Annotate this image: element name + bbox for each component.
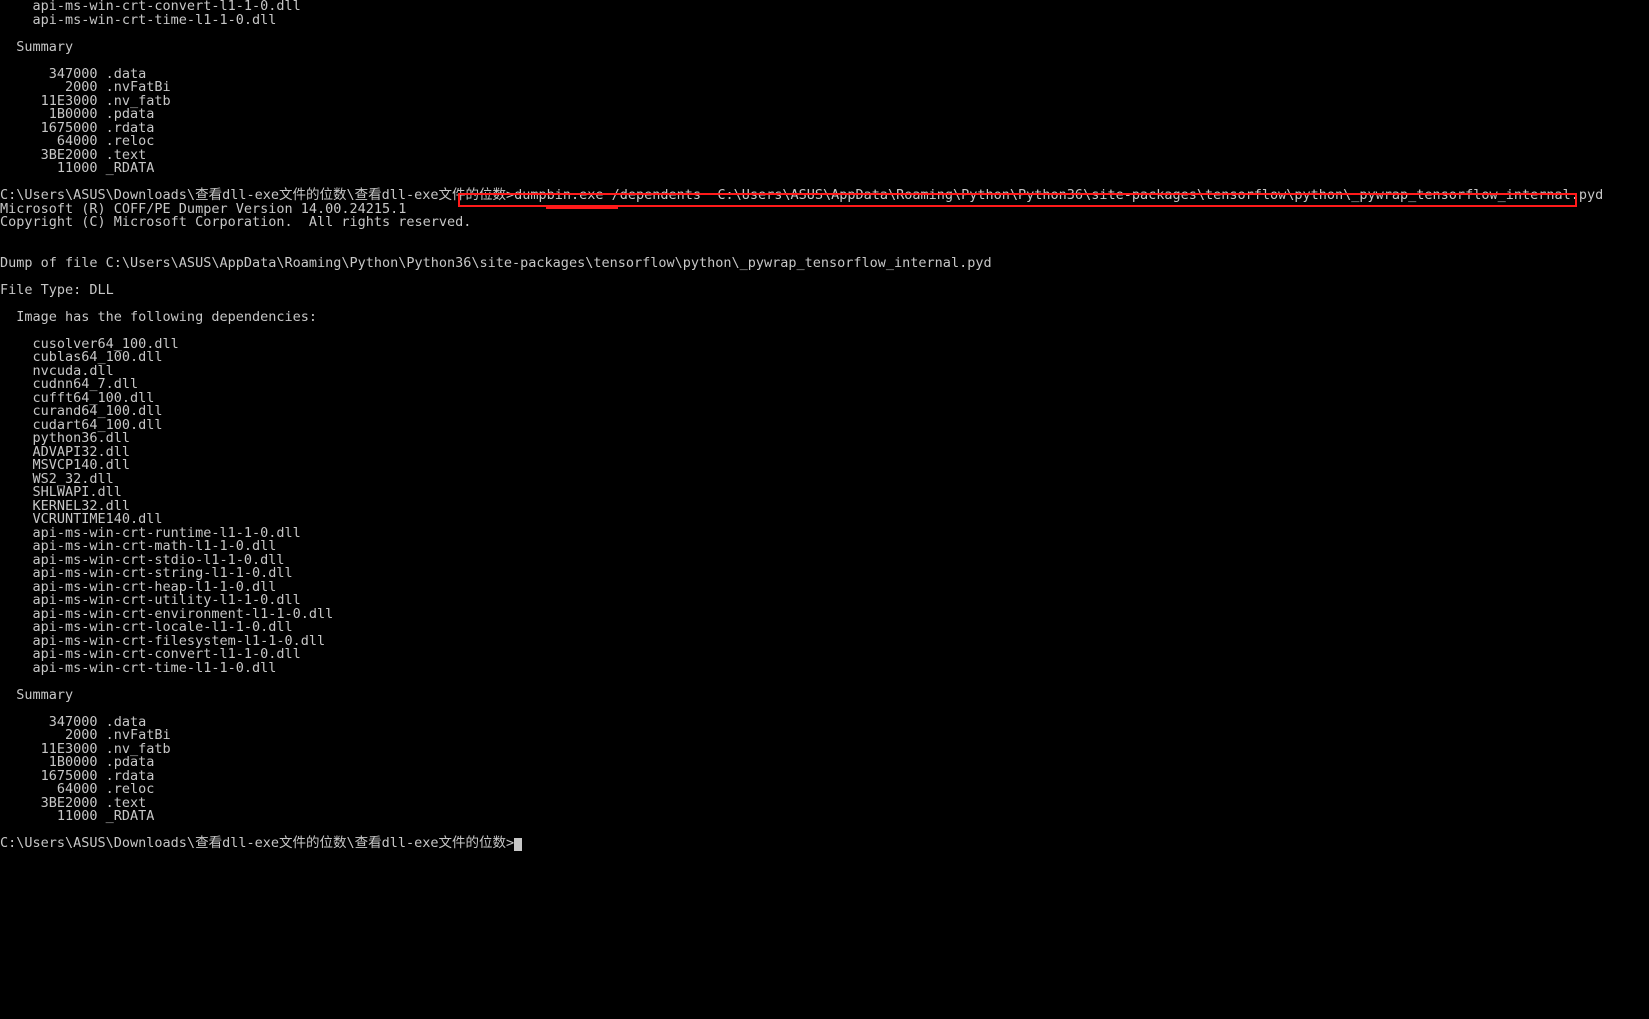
- summary-header: Summary: [0, 689, 1649, 703]
- dll-entry: WS2_32.dll: [0, 473, 1649, 487]
- summary-row: 11E3000 .nv_fatb: [0, 743, 1649, 757]
- dll-entry: cudart64_100.dll: [0, 419, 1649, 433]
- blank: [0, 270, 1649, 284]
- blank: [0, 675, 1649, 689]
- dll-entry: nvcuda.dll: [0, 365, 1649, 379]
- summary-header: Summary: [0, 41, 1649, 55]
- dll-entry: ADVAPI32.dll: [0, 446, 1649, 460]
- cmd-arg: C:\Users\ASUS\AppData\Roaming\Python\Pyt…: [701, 187, 1603, 203]
- summary-row: 2000 .nvFatBi: [0, 81, 1649, 95]
- summary-row: 64000 .reloc: [0, 135, 1649, 149]
- dll-entry: api-ms-win-crt-time-l1-1-0.dll: [0, 14, 1649, 28]
- deps-header: Image has the following dependencies:: [0, 311, 1649, 325]
- terminal-output[interactable]: api-ms-win-crt-convert-l1-1-0.dll api-ms…: [0, 0, 1649, 851]
- summary-row: 64000 .reloc: [0, 783, 1649, 797]
- summary-row: 11000 _RDATA: [0, 162, 1649, 176]
- summary-row: 347000 .data: [0, 716, 1649, 730]
- blank: [0, 324, 1649, 338]
- summary-row: 1675000 .rdata: [0, 770, 1649, 784]
- prompt: C:\Users\ASUS\Downloads\查看dll-exe文件的位数\查…: [0, 835, 514, 851]
- ms-copyright: Copyright (C) Microsoft Corporation. All…: [0, 216, 1649, 230]
- dll-entry: cufft64_100.dll: [0, 392, 1649, 406]
- blank: [0, 27, 1649, 41]
- summary-row: 11E3000 .nv_fatb: [0, 95, 1649, 109]
- dll-entry: SHLWAPI.dll: [0, 486, 1649, 500]
- summary-row: 2000 .nvFatBi: [0, 729, 1649, 743]
- summary-row: 1B0000 .pdata: [0, 108, 1649, 122]
- dll-entry: cusolver64_100.dll: [0, 338, 1649, 352]
- dll-entry: python36.dll: [0, 432, 1649, 446]
- dll-entry: cublas64_100.dll: [0, 351, 1649, 365]
- dump-of-file: Dump of file C:\Users\ASUS\AppData\Roami…: [0, 257, 1649, 271]
- cursor: [514, 838, 522, 851]
- dll-entry: api-ms-win-crt-time-l1-1-0.dll: [0, 662, 1649, 676]
- summary-row: 347000 .data: [0, 68, 1649, 82]
- dll-entry: cudnn64_7.dll: [0, 378, 1649, 392]
- dll-entry: curand64_100.dll: [0, 405, 1649, 419]
- file-type: File Type: DLL: [0, 284, 1649, 298]
- cmd-bin: dumpbin.exe: [514, 187, 612, 203]
- summary-row: 1675000 .rdata: [0, 122, 1649, 136]
- summary-row: 11000 _RDATA: [0, 810, 1649, 824]
- summary-row: 1B0000 .pdata: [0, 756, 1649, 770]
- blank: [0, 702, 1649, 716]
- summary-row: 3BE2000 .text: [0, 149, 1649, 163]
- dll-entry: KERNEL32.dll: [0, 500, 1649, 514]
- prompt-line[interactable]: C:\Users\ASUS\Downloads\查看dll-exe文件的位数\查…: [0, 837, 1649, 851]
- blank: [0, 54, 1649, 68]
- cmd-flag: /dependents: [612, 187, 701, 203]
- summary-row: 3BE2000 .text: [0, 797, 1649, 811]
- blank: [0, 230, 1649, 244]
- dll-entry: MSVCP140.dll: [0, 459, 1649, 473]
